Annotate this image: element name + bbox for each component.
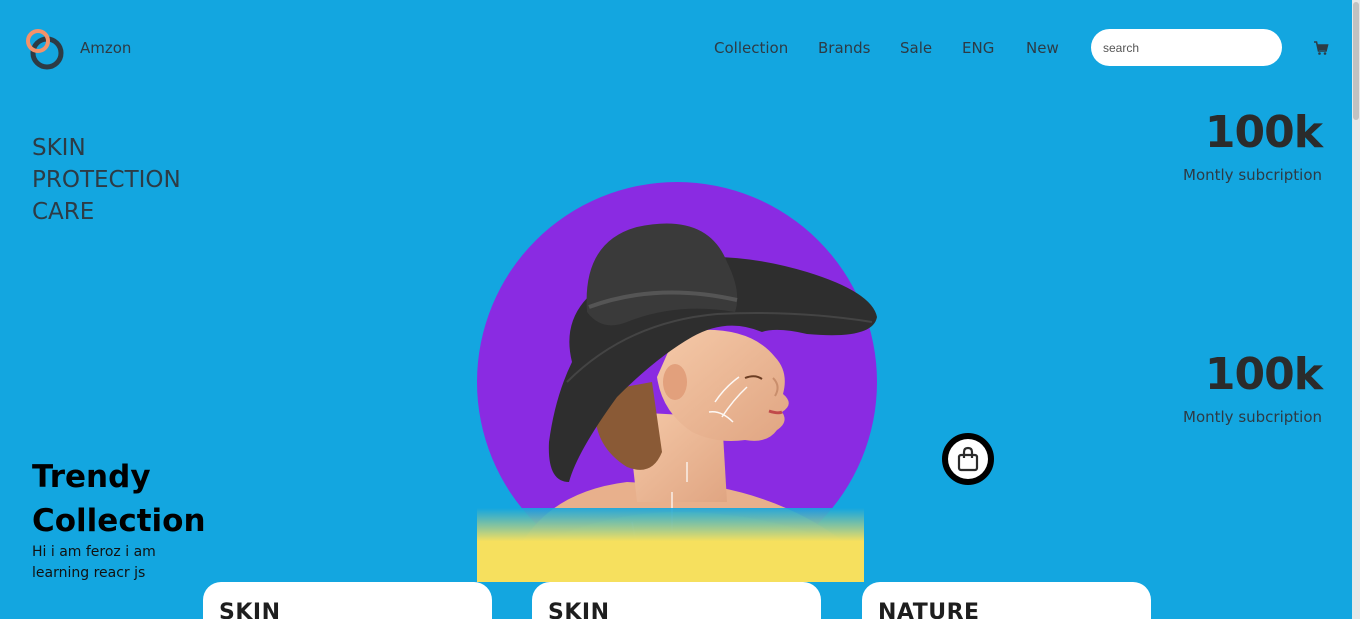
stat-label: Montly subcription: [1183, 166, 1322, 184]
heading-line: SKIN: [32, 135, 86, 161]
card-title: NATURE: [878, 600, 980, 619]
title-line: Trendy: [32, 459, 151, 495]
heading-line: PROTECTION: [32, 167, 181, 193]
search-input[interactable]: [1091, 29, 1282, 66]
nav-sale[interactable]: Sale: [900, 39, 932, 57]
title-line: Collection: [32, 503, 206, 539]
brand-logo-icon[interactable]: [24, 28, 66, 70]
hero-model-image: [477, 182, 877, 582]
shopping-bag-icon: [957, 446, 979, 472]
stat-value: 100k: [1204, 107, 1323, 158]
stat-label: Montly subcription: [1183, 408, 1322, 426]
stat-value: 100k: [1204, 349, 1323, 400]
bag-inner: [948, 439, 988, 479]
brand-name[interactable]: Amzon: [80, 39, 131, 57]
category-card-skin[interactable]: SKIN: [532, 582, 821, 619]
nav-language[interactable]: ENG: [962, 39, 994, 57]
category-card-skin[interactable]: SKIN: [203, 582, 492, 619]
card-title: SKIN: [548, 600, 610, 619]
heading-line: CARE: [32, 199, 95, 225]
trendy-collection-title: Trendy Collection: [32, 455, 252, 543]
scrollbar-thumb[interactable]: [1353, 2, 1359, 120]
intro-text: Hi i am feroz i am learning reacr js: [32, 544, 156, 581]
skin-protection-heading: SKIN PROTECTION CARE: [32, 132, 252, 228]
card-title: SKIN: [219, 600, 281, 619]
nav-brands[interactable]: Brands: [818, 39, 871, 57]
page-scrollbar[interactable]: [1352, 0, 1360, 619]
category-card-nature[interactable]: NATURE: [862, 582, 1151, 619]
cart-icon[interactable]: [1313, 40, 1329, 56]
nav-new[interactable]: New: [1026, 39, 1059, 57]
nav-collection[interactable]: Collection: [714, 39, 788, 57]
shopping-bag-button[interactable]: [942, 433, 994, 485]
